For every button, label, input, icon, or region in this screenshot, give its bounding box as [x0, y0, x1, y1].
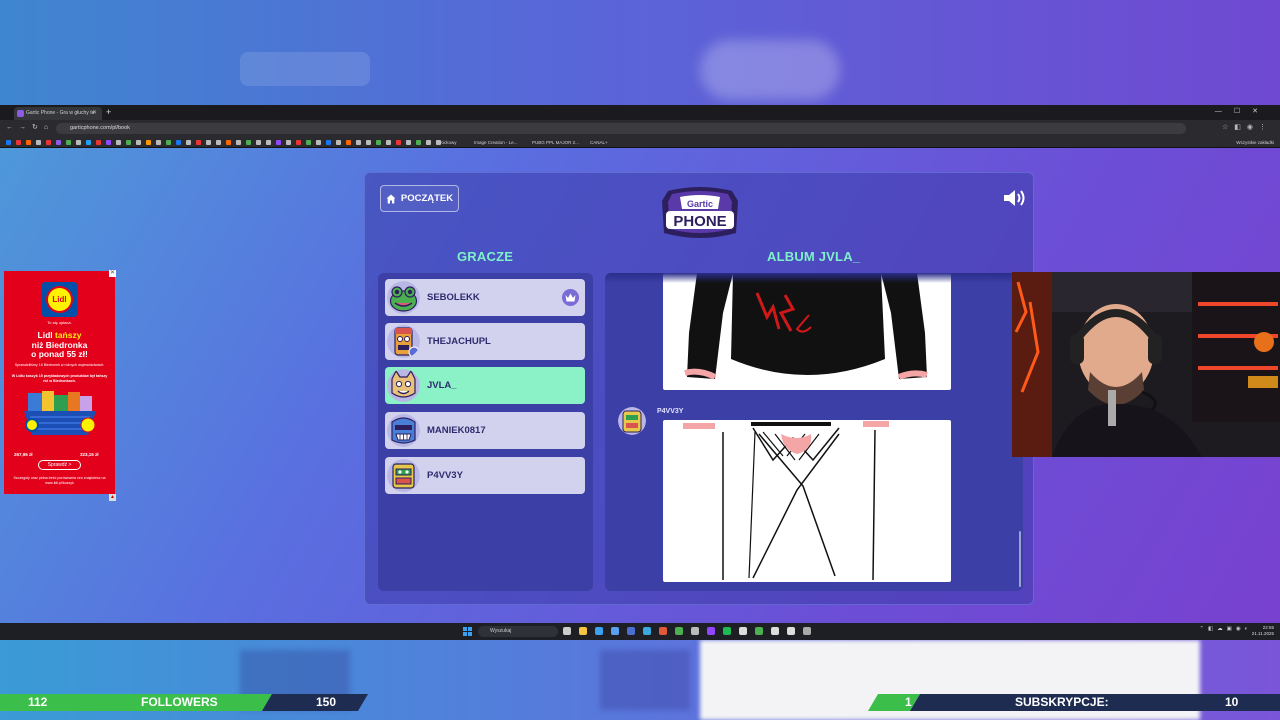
ad-choices-icon[interactable]: ▲ [109, 494, 116, 501]
ad-body-text: Sprawdziliśmy 16 Biedronek w różnych woj… [14, 363, 105, 367]
tiki-avatar-icon [387, 325, 420, 358]
taskbar-clock[interactable]: 22:55 21.11.2025 [1252, 625, 1274, 637]
ad-body-text: W Lidlu koszyk 15 przykładowych produktó… [11, 374, 108, 383]
followers-goal: 150 [316, 695, 337, 709]
window-controls[interactable]: —☐✕ [1215, 107, 1270, 115]
browser-tab-bar: Gartic Phone - Gra w głuchy te ✕ + —☐✕ [0, 105, 1280, 120]
player-row-active[interactable]: JVLA_ [385, 367, 585, 404]
bookmark-link[interactable]: Kickowy [440, 138, 457, 147]
bookmark-icons[interactable] [6, 140, 441, 145]
taskbar-search-input[interactable]: Wyszukaj [478, 626, 558, 637]
ad-headline-part: niż Biedronka [31, 339, 88, 350]
ad-headline-part: Lidl [37, 330, 55, 340]
home-button-label: POCZĄTEK [400, 193, 454, 204]
player-name: P4VV3Y [427, 470, 463, 481]
ad-tagline: To się opłaca. [47, 320, 72, 325]
subs-current: 1 [905, 695, 912, 709]
extension-icons[interactable]: ☆◧◉⋮ [1222, 123, 1272, 131]
home-button[interactable]: POCZĄTEK [380, 185, 459, 212]
clock-date: 21.11.2025 [1251, 631, 1274, 636]
players-list: SEBOLEKK THEJACHUPL JVLA_ MANIEK0817 P4V… [378, 273, 593, 591]
stream-background-top [0, 0, 1280, 105]
blurred-shape [600, 650, 690, 710]
ad-headline-part: o ponad 55 zł! [31, 349, 88, 359]
player-row[interactable]: SEBOLEKK [385, 279, 585, 316]
bookmarks-bar: Kickowy Image Creation - Le... PUBG PPL … [0, 137, 1280, 148]
blurred-shape [240, 52, 370, 86]
browser-toolbar: ←→↻⌂ garticphone.com/pl/book ☆◧◉⋮ [0, 120, 1280, 137]
ad-cta-button[interactable]: Sprawdź > [38, 460, 81, 470]
gartic-phone-logo: Gartic PHONE [662, 187, 738, 238]
followers-current: 112 [28, 695, 48, 709]
shopping-basket-image [24, 391, 96, 435]
browser-tab-title: Gartic Phone - Gra w głuchy te [26, 110, 95, 116]
taskbar-search-placeholder: Wyszukaj [490, 628, 512, 634]
all-bookmarks-link[interactable]: Wszystkie zakładki [1236, 138, 1274, 147]
lidl-logo: Lidl [42, 282, 77, 317]
gartic-phone-panel: POCZĄTEK Gartic PHONE GRACZE ALBUM JVLA_… [364, 172, 1034, 605]
hoodie-drawing-image [684, 273, 928, 380]
streamer-webcam-image [1012, 272, 1280, 457]
ad-price-biedronka: 323,15 zł [80, 452, 99, 457]
host-badge [562, 289, 579, 306]
player-row[interactable]: P4VV3Y [385, 457, 585, 494]
album-drawing [663, 420, 951, 582]
bookmark-link[interactable]: Image Creation - Le... [474, 138, 518, 147]
player-name: JVLA_ [427, 380, 457, 391]
ad-headline-highlight: tańszy [55, 330, 82, 340]
players-title: GRACZE [457, 249, 514, 264]
album-title: ALBUM JVLA_ [767, 249, 861, 264]
player-name: SEBOLEKK [427, 292, 480, 303]
new-tab-icon[interactable]: + [106, 107, 111, 117]
album-feed[interactable]: P4VV3Y [605, 273, 1023, 591]
robot-avatar-icon [387, 459, 420, 492]
close-tab-icon[interactable]: ✕ [92, 109, 97, 116]
player-row[interactable]: MANIEK0817 [385, 412, 585, 449]
house-icon [386, 194, 396, 203]
frog-avatar-icon [387, 281, 420, 314]
album-drawing [663, 273, 951, 390]
bookmark-link[interactable]: PUBG PPL MAJOR 2... [532, 138, 579, 147]
speaker-icon[interactable] [1002, 189, 1026, 207]
taskbar-app-icons[interactable] [563, 627, 811, 635]
browser-nav-icons[interactable]: ←→↻⌂ [6, 123, 54, 131]
gartic-favicon-icon [17, 110, 24, 117]
lidl-logo-text: Lidl [46, 286, 73, 313]
pants-drawing-image [683, 421, 889, 581]
drawing-author-name: P4VV3Y [657, 408, 684, 415]
author-avatar-icon [618, 407, 646, 435]
cat-avatar-icon [387, 369, 420, 402]
crown-icon [565, 293, 576, 302]
bookmark-link[interactable]: CANAL+ [590, 138, 608, 147]
album-scrollbar[interactable] [1019, 531, 1021, 587]
address-bar[interactable]: garticphone.com/pl/book [56, 123, 1186, 134]
album-fade [605, 273, 1023, 283]
lidl-advertisement[interactable]: Lidl To się opłaca. Lidl tańszy niż Bied… [4, 271, 115, 494]
player-name: THEJACHUPL [427, 336, 491, 347]
system-tray-icons[interactable]: ⌃◧☁▣◉◐ [1199, 626, 1252, 632]
subs-label: SUBSKRYPCJE: [1015, 695, 1109, 709]
followers-label: FOLLOWERS [141, 695, 218, 709]
ad-close-icon[interactable]: ✕ [109, 270, 116, 277]
blurred-shape [700, 40, 840, 100]
logo-bottom-text: PHONE [673, 213, 726, 230]
logo-top-text: Gartic [687, 199, 713, 209]
player-name: MANIEK0817 [427, 425, 486, 436]
ad-price-lidl: 267,95 zł [14, 452, 33, 457]
browser-tab[interactable]: Gartic Phone - Gra w głuchy te [14, 107, 102, 120]
url-text: garticphone.com/pl/book [70, 125, 130, 131]
blue-monster-avatar-icon [387, 414, 420, 447]
player-row[interactable]: THEJACHUPL [385, 323, 585, 360]
subs-goal: 10 [1225, 695, 1239, 709]
ad-headline: Lidl tańszy niż Biedronka o ponad 55 zł! [4, 330, 115, 360]
ad-footnote: Szczegóły oraz pełna treść porównania ce… [13, 476, 106, 485]
windows-start-icon[interactable] [463, 627, 472, 636]
windows-taskbar: Wyszukaj ⌃◧☁▣◉◐ 22:55 21.11.2025 [0, 623, 1280, 640]
